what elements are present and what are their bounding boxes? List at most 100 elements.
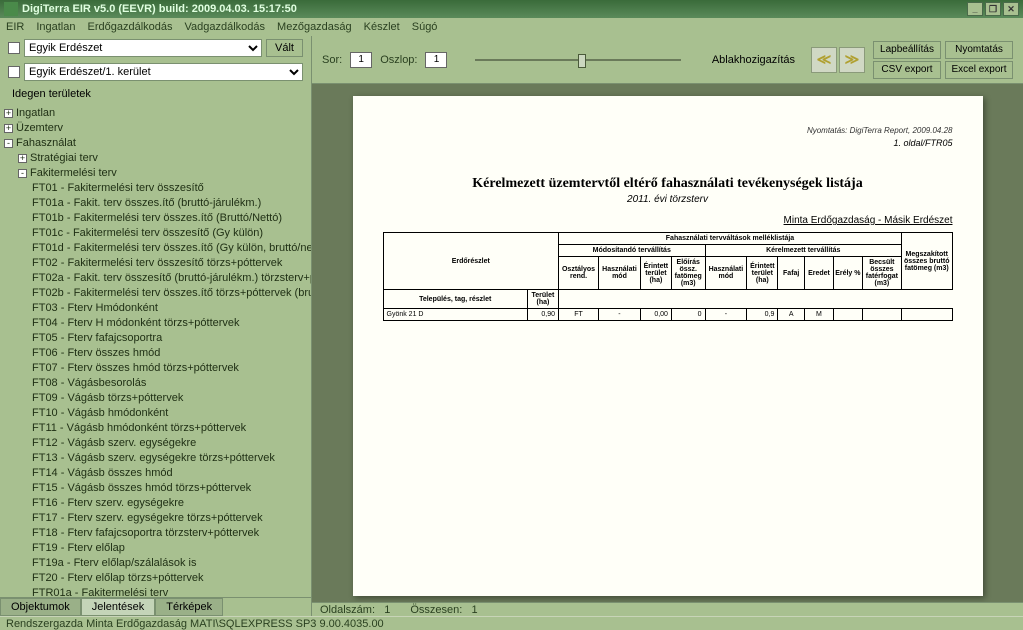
combo1-checkbox[interactable] — [8, 42, 20, 54]
tree-node[interactable]: -Fahasználat — [4, 136, 307, 151]
tree-label: FT09 - Vágásb törzs+póttervek — [32, 392, 183, 404]
tree-toggle-icon[interactable]: - — [4, 139, 13, 148]
tree-toggle-icon[interactable]: + — [18, 154, 27, 163]
valt-button[interactable]: Vált — [266, 39, 303, 57]
menu-erdőgazdálkodás[interactable]: Erdőgazdálkodás — [88, 21, 173, 33]
report-table: Erdőrészlet Fahasználati tervváltások me… — [383, 232, 953, 321]
tree-node[interactable]: FT18 - Fterv fafajcsoportra törzsterv+pó… — [32, 526, 307, 541]
tree-node[interactable]: FT12 - Vágásb szerv. egységekre — [32, 436, 307, 451]
tree-toggle-icon[interactable]: + — [4, 124, 13, 133]
tree-label: FT01b - Fakitermelési terv összes.ítő (B… — [32, 212, 282, 224]
zoom-slider[interactable] — [455, 59, 700, 61]
minimize-button[interactable]: _ — [967, 2, 983, 16]
combo2-select[interactable]: Egyik Erdészet/1. kerület — [24, 63, 303, 81]
tree-node[interactable]: +Stratégiai terv — [18, 151, 307, 166]
tree-node[interactable]: FT02a - Fakit. terv összesítő (bruttó-já… — [32, 271, 307, 286]
tree-label: FT11 - Vágásb hmódonként törzs+póttervek — [32, 422, 246, 434]
tree-label: FT13 - Vágásb szerv. egységekre törzs+pó… — [32, 452, 275, 464]
tree-node[interactable]: FT02 - Fakitermelési terv összesítő törz… — [32, 256, 307, 271]
th-haszn2: Használati mód — [705, 257, 747, 290]
right-panel: Sor: Oszlop: Ablakhozigazítás ≪ ≫ Lapbeá… — [312, 36, 1023, 616]
tree-node[interactable]: FT11 - Vágásb hmódonként törzs+póttervek — [32, 421, 307, 436]
menu-vadgazdálkodás[interactable]: Vadgazdálkodás — [185, 21, 266, 33]
combo2-checkbox[interactable] — [8, 66, 20, 78]
tree-label: FT10 - Vágásb hmódonként — [32, 407, 168, 419]
menu-ingatlan[interactable]: Ingatlan — [36, 21, 75, 33]
tree-node[interactable]: FT05 - Fterv fafajcsoportra — [32, 331, 307, 346]
next-page-button[interactable]: ≫ — [839, 47, 865, 73]
sor-input[interactable] — [350, 52, 372, 68]
tree-label: FT17 - Fterv szerv. egységekre törzs+pót… — [32, 512, 263, 524]
tree-node[interactable]: FT08 - Vágásbesorolás — [32, 376, 307, 391]
tree-node[interactable]: +Ingatlan — [4, 106, 307, 121]
tree-node[interactable]: FT09 - Vágásb törzs+póttervek — [32, 391, 307, 406]
th-eloiras: Előírás össz. fatömeg (m3) — [671, 257, 705, 290]
tree-node[interactable]: FT01d - Fakitermelési terv összes.ítő (G… — [32, 241, 307, 256]
lapbeallitas-button[interactable]: Lapbeállítás — [873, 41, 941, 59]
tree-node[interactable]: FT01c - Fakitermelési terv összesítő (Gy… — [32, 226, 307, 241]
tree-label: FT14 - Vágásb összes hmód — [32, 467, 173, 479]
tree-label: FTR01a - Fakitermelési terv — [32, 587, 168, 597]
tree-label: FT19a - Fterv előlap/szálalások is — [32, 557, 196, 569]
tree-label: FT19 - Fterv előlap — [32, 542, 125, 554]
tree-label: Ingatlan — [16, 107, 55, 119]
nyomtatas-button[interactable]: Nyomtatás — [945, 41, 1013, 59]
tree-node[interactable]: FT04 - Fterv H módonként törzs+póttervek — [32, 316, 307, 331]
tab-térképek[interactable]: Térképek — [155, 598, 223, 616]
document-viewport[interactable]: Nyomtatás: DigiTerra Report, 2009.04.28 … — [312, 84, 1023, 602]
combo1-select[interactable]: Egyik Erdészet — [24, 39, 262, 57]
tab-objektumok[interactable]: Objektumok — [0, 598, 81, 616]
left-panel: Egyik Erdészet Vált Egyik Erdészet/1. ke… — [0, 36, 312, 616]
tree-node[interactable]: FT13 - Vágásb szerv. egységekre törzs+pó… — [32, 451, 307, 466]
report-page: Nyomtatás: DigiTerra Report, 2009.04.28 … — [353, 96, 983, 596]
ablak-label: Ablakhozigazítás — [712, 54, 795, 66]
tree-node[interactable]: -Fakitermelési terv — [18, 166, 307, 181]
tree-node[interactable]: FT20 - Fterv előlap törzs+póttervek — [32, 571, 307, 586]
tab-jelentések[interactable]: Jelentések — [81, 598, 156, 616]
menu-készlet[interactable]: Készlet — [364, 21, 400, 33]
window-title: DigiTerra EIR v5.0 (EEVR) build: 2009.04… — [22, 3, 965, 15]
tree-node[interactable]: FT19a - Fterv előlap/szálalások is — [32, 556, 307, 571]
tree-label: FT15 - Vágásb összes hmód törzs+pótterve… — [32, 482, 251, 494]
tree-node[interactable]: FT14 - Vágásb összes hmód — [32, 466, 307, 481]
th-megsz: Megszakított összes bruttó fatömeg (m3) — [901, 233, 952, 290]
oszlop-label: Oszlop: — [380, 54, 417, 66]
tree-node[interactable]: FT02b - Fakitermelési terv összes.ítő tö… — [32, 286, 307, 301]
tree-toggle-icon[interactable]: + — [4, 109, 13, 118]
tree-node[interactable]: FT03 - Fterv Hmódonként — [32, 301, 307, 316]
tree-label: FT02 - Fakitermelési terv összesítő törz… — [32, 257, 282, 269]
th-terulet: Terület (ha) — [527, 290, 558, 309]
tree-node[interactable]: FT10 - Vágásb hmódonként — [32, 406, 307, 421]
tree-node[interactable]: FT07 - Fterv összes hmód törzs+póttervek — [32, 361, 307, 376]
tree-toggle-icon[interactable]: - — [18, 169, 27, 178]
titlebar: DigiTerra EIR v5.0 (EEVR) build: 2009.04… — [0, 0, 1023, 18]
tree-label: FT02a - Fakit. terv összesítő (bruttó-já… — [32, 272, 311, 284]
th-oszt: Osztályos rend. — [559, 257, 599, 290]
tree-label: Üzemterv — [16, 122, 63, 134]
tree-node[interactable]: FT01 - Fakitermelési terv összesítő — [32, 181, 307, 196]
oszlop-input[interactable] — [425, 52, 447, 68]
tree-node[interactable]: FT06 - Fterv összes hmód — [32, 346, 307, 361]
tree-node[interactable]: FTR01a - Fakitermelési terv — [32, 586, 307, 597]
tree-node[interactable]: FT01b - Fakitermelési terv összes.ítő (B… — [32, 211, 307, 226]
csv-export-button[interactable]: CSV export — [873, 61, 941, 79]
th-erdo: Erdőrészlet — [383, 233, 559, 290]
tree-node[interactable]: FT17 - Fterv szerv. egységekre törzs+pót… — [32, 511, 307, 526]
tree-node[interactable]: FT15 - Vágásb összes hmód törzs+pótterve… — [32, 481, 307, 496]
tree-node[interactable]: +Üzemterv — [4, 121, 307, 136]
maximize-button[interactable]: ❐ — [985, 2, 1001, 16]
menu-mezőgazdaság[interactable]: Mezőgazdaság — [277, 21, 352, 33]
tree-node[interactable]: FT16 - Fterv szerv. egységekre — [32, 496, 307, 511]
tree-view[interactable]: +Ingatlan+Üzemterv-Fahasználat+Stratégia… — [0, 104, 311, 597]
close-button[interactable]: ✕ — [1003, 2, 1019, 16]
menu-eir[interactable]: EIR — [6, 21, 24, 33]
prev-page-button[interactable]: ≪ — [811, 47, 837, 73]
excel-export-button[interactable]: Excel export — [945, 61, 1013, 79]
tree-label: FT07 - Fterv összes hmód törzs+póttervek — [32, 362, 239, 374]
bottom-tabs: ObjektumokJelentésekTérképek — [0, 597, 311, 616]
menu-súgó[interactable]: Súgó — [412, 21, 438, 33]
tree-node[interactable]: FT01a - Fakit. terv összes.ítő (bruttó-j… — [32, 196, 307, 211]
tree-node[interactable]: FT19 - Fterv előlap — [32, 541, 307, 556]
th-erintett2: Érintett terület (ha) — [747, 257, 778, 290]
app-icon — [4, 2, 18, 16]
